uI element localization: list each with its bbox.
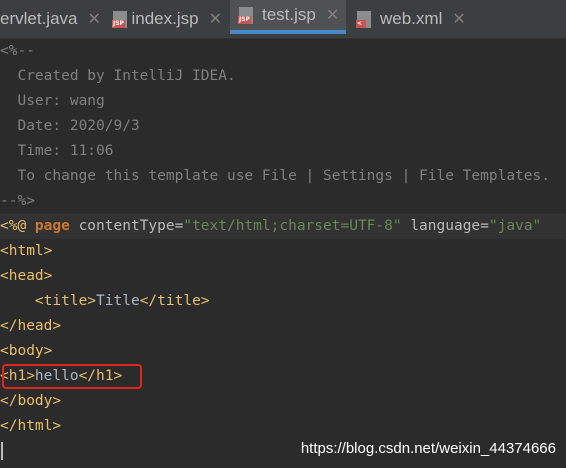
close-icon[interactable]: ✕ [87, 9, 100, 29]
code-line-5: Time: 11:06 [0, 143, 114, 159]
code-line-1: <%-- [0, 43, 35, 59]
code-line-4: Date: 2020/9/3 [0, 118, 140, 134]
code-line-8-page-directive: <%@ page contentType="text/html;charset=… [0, 214, 566, 239]
close-icon[interactable]: ✕ [326, 5, 339, 25]
editor-tab-bar: ervlet.java ✕ JSP index.jsp ✕ JSP test.j… [0, 0, 566, 39]
tab-label: index.jsp [131, 9, 199, 28]
highlight-box [2, 364, 142, 389]
tab-label: web.xml [380, 9, 443, 28]
code-line-2: Created by IntelliJ IDEA. [0, 68, 236, 84]
code-line-12: </head> [0, 318, 62, 334]
code-line-6: To change this template use File | Setti… [0, 168, 550, 184]
code-line-9: <html> [0, 243, 53, 259]
code-editor[interactable]: <%-- Created by IntelliJ IDEA. User: wan… [0, 39, 566, 468]
code-line-3: User: wang [0, 93, 105, 109]
tab-test-jsp[interactable]: JSP test.jsp ✕ [230, 0, 346, 34]
xml-file-icon: < [356, 10, 372, 28]
code-line-10: <head> [0, 268, 53, 284]
tab-web-xml[interactable]: < web.xml ✕ [356, 0, 466, 38]
code-line-13: <body> [0, 343, 53, 359]
code-line-15: </body> [0, 393, 62, 409]
text-caret [1, 442, 3, 460]
tab-servlet-java[interactable]: ervlet.java ✕ [0, 0, 104, 38]
jsp-file-icon: JSP [238, 6, 254, 24]
code-line-16: </html> [0, 418, 62, 434]
watermark: https://blog.csdn.net/weixin_44374666 [300, 440, 556, 457]
code-line-7: --%> [0, 193, 35, 209]
tab-label: test.jsp [262, 5, 316, 24]
code-line-11: <title>Title</title> [34, 293, 210, 309]
jsp-file-icon: JSP [112, 10, 127, 28]
tab-label: ervlet.java [0, 9, 78, 28]
close-icon[interactable]: ✕ [452, 9, 465, 29]
close-icon[interactable]: ✕ [209, 9, 222, 29]
tab-index-jsp[interactable]: JSP index.jsp ✕ [112, 0, 222, 38]
